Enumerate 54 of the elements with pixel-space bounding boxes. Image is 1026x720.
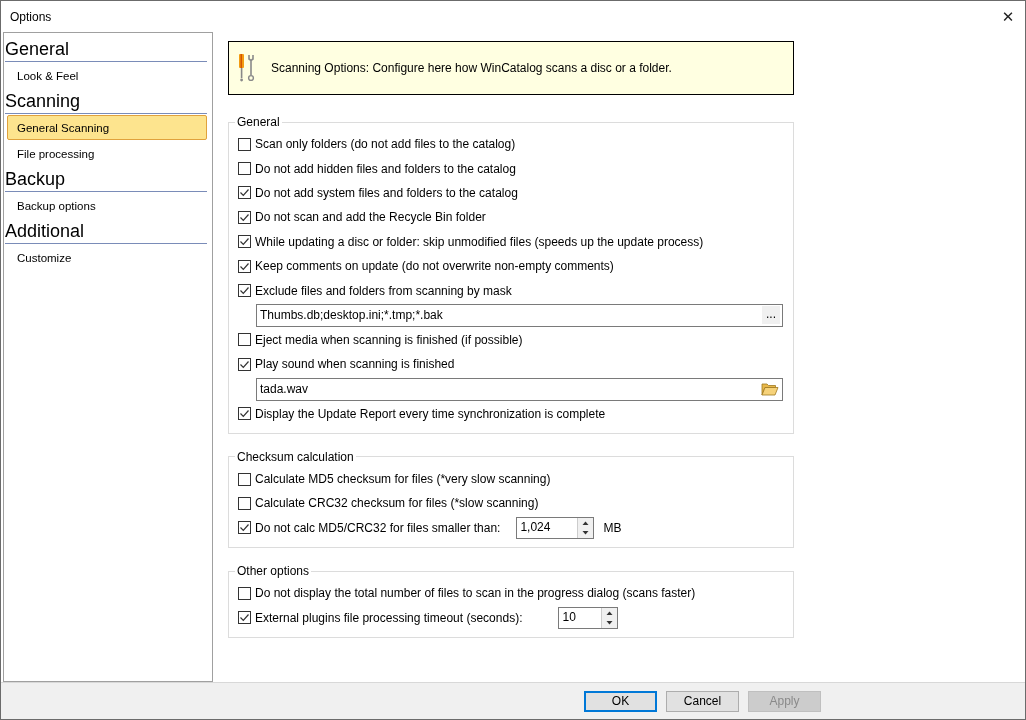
option-label: Calculate MD5 checksum for files (*very slow scanning) [255, 472, 551, 487]
sidebar-group-heading: General [5, 37, 207, 62]
checkbox[interactable] [238, 333, 251, 347]
checkbox[interactable] [238, 259, 251, 273]
unit-label: MB [603, 520, 622, 535]
dialog-button[interactable]: OK [584, 690, 657, 712]
checkbox[interactable] [238, 407, 251, 421]
option-label: Do not display the total number of files to scan in the progress dialog (scans faster) [255, 586, 696, 601]
sidebar-group-heading: Backup [5, 167, 207, 192]
option-label: Do not scan and add the Recycle Bin folder [255, 210, 486, 225]
option-label: Scan only folders (do not add files to the catalog) [255, 137, 516, 152]
group-title: Checksum calculation [236, 449, 355, 464]
option-label: Do not add system files and folders to the catalog [255, 185, 518, 200]
close-button[interactable]: ✕ [993, 1, 1023, 32]
group-title: Other options [236, 564, 311, 579]
checkbox[interactable] [238, 611, 251, 625]
checkbox[interactable] [238, 357, 251, 371]
option-label: Keep comments on update (do not overwrite non-empty comments) [255, 259, 614, 274]
folder-icon[interactable] [761, 381, 779, 397]
sidebar-item[interactable]: Look & Feel [7, 63, 207, 88]
option-label: Play sound when scanning is finished [255, 357, 455, 372]
sidebar-item[interactable]: Backup options [7, 193, 207, 218]
checkbox[interactable] [238, 586, 251, 600]
checkbox[interactable] [238, 521, 251, 535]
checkbox[interactable] [238, 210, 251, 224]
option-label: Do not calc MD5/CRC32 for files smaller than: [255, 520, 501, 535]
checkbox[interactable] [238, 497, 251, 510]
checkbox[interactable] [238, 235, 251, 249]
option-label: Do not add hidden files and folders to the catalog [255, 161, 516, 176]
sound-file-field[interactable]: tada.wav [256, 377, 783, 401]
browse-button[interactable]: ... [762, 306, 780, 325]
number-spinner[interactable]: 10 [558, 606, 619, 629]
mask-input-field[interactable]: Thumbs.db;desktop.ini;*.tmp;*.bak ... [256, 303, 783, 327]
checkbox[interactable] [238, 162, 251, 176]
dialog-button[interactable]: Cancel [666, 690, 739, 712]
sidebar-item[interactable]: Customize [7, 245, 207, 270]
checkbox[interactable] [238, 137, 251, 151]
checkbox[interactable] [238, 284, 251, 298]
sidebar-group-heading: Scanning [5, 89, 207, 114]
option-label: Exclude files and folders from scanning by mask [255, 283, 512, 298]
checkbox[interactable] [238, 472, 251, 486]
group-title: General [236, 115, 281, 129]
option-label: While updating a disc or folder: skip unmodified files (speeds up the update process) [255, 234, 704, 249]
option-label: External plugins file processing timeout (seconds): [255, 610, 523, 625]
sidebar-item[interactable]: File processing [7, 141, 207, 166]
number-spinner[interactable]: 1,024 [516, 516, 595, 539]
checkbox[interactable] [238, 186, 251, 200]
sidebar-group-heading: Additional [5, 219, 207, 244]
option-label: Calculate CRC32 checksum for files (*slow scanning) [255, 496, 539, 511]
option-label: Display the Update Report every time synchronization is complete [255, 406, 606, 421]
banner-text: Scanning Options: Configure here how WinCatalog scans a disc or a folder. [271, 61, 672, 75]
option-label: Eject media when scanning is finished (if possible) [255, 332, 523, 347]
window-title: Options [9, 9, 52, 24]
sidebar-item[interactable]: General Scanning [7, 115, 207, 140]
